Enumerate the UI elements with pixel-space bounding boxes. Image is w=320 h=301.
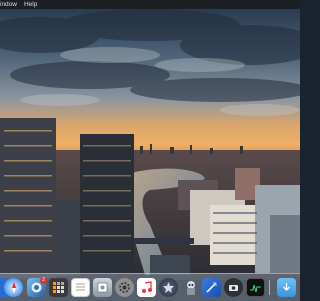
- system-prefs-icon[interactable]: [115, 278, 134, 297]
- dock: 2: [0, 273, 300, 301]
- menu-window[interactable]: indow: [0, 0, 22, 9]
- city-skyline-image: [0, 0, 300, 280]
- photo-app-icon[interactable]: 2: [27, 277, 47, 297]
- safari-icon[interactable]: [4, 278, 23, 297]
- calculator-icon[interactable]: [49, 278, 68, 297]
- dock-separator: [269, 280, 270, 295]
- downloads-folder-icon[interactable]: [277, 278, 296, 297]
- automator-icon[interactable]: [181, 278, 200, 297]
- launchpad-icon[interactable]: [159, 278, 178, 297]
- menu-bar: indow Help: [0, 0, 300, 9]
- music-icon[interactable]: [137, 278, 156, 297]
- menu-help[interactable]: Help: [22, 0, 42, 9]
- activity-monitor-icon[interactable]: [246, 278, 265, 297]
- desktop-wallpaper: [0, 0, 300, 300]
- notification-badge: 2: [40, 277, 47, 284]
- notes-icon[interactable]: [71, 278, 90, 297]
- preview-icon[interactable]: [93, 278, 112, 297]
- screenshot-icon[interactable]: [224, 278, 243, 297]
- xcode-icon[interactable]: [202, 278, 221, 297]
